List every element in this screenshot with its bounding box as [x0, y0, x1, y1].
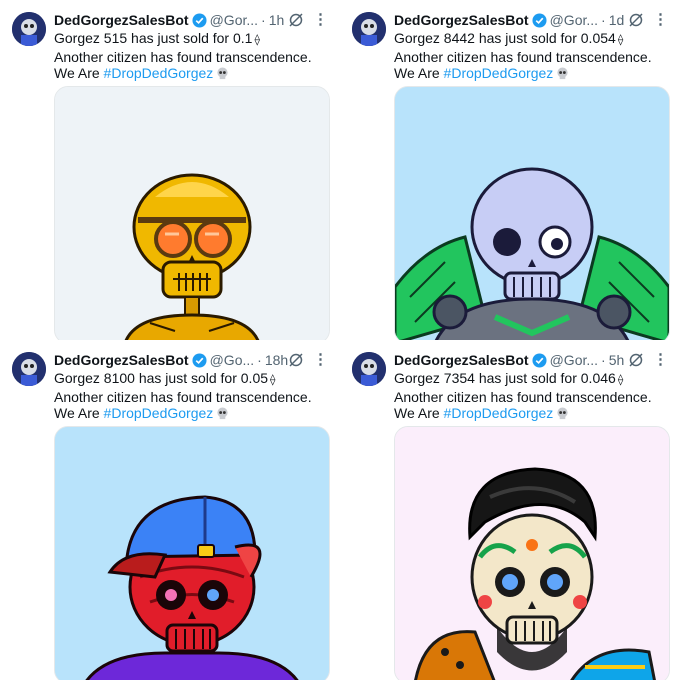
hashtag-link[interactable]: #DropDedGorgez — [104, 405, 214, 421]
grok-icon[interactable] — [628, 12, 644, 28]
transcendence-text: Another citizen has found transcendence. — [54, 48, 312, 65]
nft-image[interactable] — [394, 86, 670, 340]
sale-text: Gorgez 515 has just sold for 0.1 — [54, 30, 253, 46]
eth-icon: ⟠ — [254, 34, 260, 46]
tweet-card[interactable]: DedGorgezSalesBot @Go... · 18h ⋮ Gorgez … — [0, 340, 340, 680]
author-name[interactable]: DedGorgezSalesBot — [394, 352, 529, 368]
nft-image[interactable] — [394, 426, 670, 680]
eth-icon: ⟠ — [270, 374, 276, 386]
nft-image[interactable] — [54, 86, 330, 340]
author-handle[interactable]: @Go... — [210, 352, 255, 368]
grok-icon[interactable] — [288, 352, 304, 368]
skull-icon — [217, 67, 228, 80]
sale-text: Gorgez 7354 has just sold for 0.046 — [394, 370, 616, 386]
separator: · — [261, 12, 266, 28]
tweet-text: Gorgez 7354 has just sold for 0.046 ⟠ Ano… — [394, 370, 674, 422]
sale-text: Gorgez 8442 has just sold for 0.054 — [394, 30, 616, 46]
transcendence-text: Another citizen has found transcendence. — [54, 388, 312, 405]
tweet-text: Gorgez 8100 has just sold for 0.05 ⟠ Anot… — [54, 370, 334, 422]
author-name[interactable]: DedGorgezSalesBot — [54, 352, 189, 368]
hashtag-link[interactable]: #DropDedGorgez — [444, 65, 554, 81]
transcendence-text: Another citizen has found transcendence. — [394, 388, 652, 405]
skull-icon — [557, 67, 568, 80]
tweet-card[interactable]: DedGorgezSalesBot @Gor... · 1h ⋮ Gorgez … — [0, 0, 340, 340]
author-name[interactable]: DedGorgezSalesBot — [394, 12, 529, 28]
author-handle[interactable]: @Gor... — [210, 12, 258, 28]
separator: · — [601, 12, 606, 28]
we-are-text: We Are — [394, 65, 440, 81]
timestamp[interactable]: 5h — [609, 352, 625, 368]
we-are-text: We Are — [54, 405, 100, 421]
timestamp[interactable]: 1h — [269, 12, 285, 28]
more-icon[interactable]: ⋮ — [653, 10, 668, 28]
avatar[interactable] — [12, 352, 46, 386]
timestamp[interactable]: 1d — [609, 12, 625, 28]
nft-image[interactable] — [54, 426, 330, 680]
avatar[interactable] — [352, 352, 386, 386]
hashtag-link[interactable]: #DropDedGorgez — [104, 65, 214, 81]
skull-icon — [557, 407, 568, 420]
hashtag-link[interactable]: #DropDedGorgez — [444, 405, 554, 421]
author-handle[interactable]: @Gor... — [550, 12, 598, 28]
grok-icon[interactable] — [288, 12, 304, 28]
avatar[interactable] — [12, 12, 46, 46]
author-handle[interactable]: @Gor... — [550, 352, 598, 368]
more-icon[interactable]: ⋮ — [313, 10, 328, 28]
separator: · — [601, 352, 606, 368]
tweet-text: Gorgez 515 has just sold for 0.1 ⟠ Anothe… — [54, 30, 334, 82]
verified-icon — [532, 352, 547, 368]
skull-icon — [217, 407, 228, 420]
verified-icon — [532, 12, 547, 28]
tweet-text: Gorgez 8442 has just sold for 0.054 ⟠ Ano… — [394, 30, 674, 82]
we-are-text: We Are — [54, 65, 100, 81]
tweet-card[interactable]: DedGorgezSalesBot @Gor... · 1d ⋮ Gorgez … — [340, 0, 680, 340]
transcendence-text: Another citizen has found transcendence. — [394, 48, 652, 65]
timestamp[interactable]: 18h — [265, 352, 288, 368]
verified-icon — [192, 352, 207, 368]
verified-icon — [192, 12, 207, 28]
eth-icon: ⟠ — [617, 374, 624, 386]
tweet-card[interactable]: DedGorgezSalesBot @Gor... · 5h ⋮ Gorgez … — [340, 340, 680, 680]
more-icon[interactable]: ⋮ — [313, 350, 328, 368]
sale-text: Gorgez 8100 has just sold for 0.05 — [54, 370, 269, 386]
grok-icon[interactable] — [628, 352, 644, 368]
separator: · — [257, 352, 262, 368]
author-name[interactable]: DedGorgezSalesBot — [54, 12, 189, 28]
eth-icon: ⟠ — [617, 34, 624, 46]
more-icon[interactable]: ⋮ — [653, 350, 668, 368]
we-are-text: We Are — [394, 405, 440, 421]
avatar[interactable] — [352, 12, 386, 46]
